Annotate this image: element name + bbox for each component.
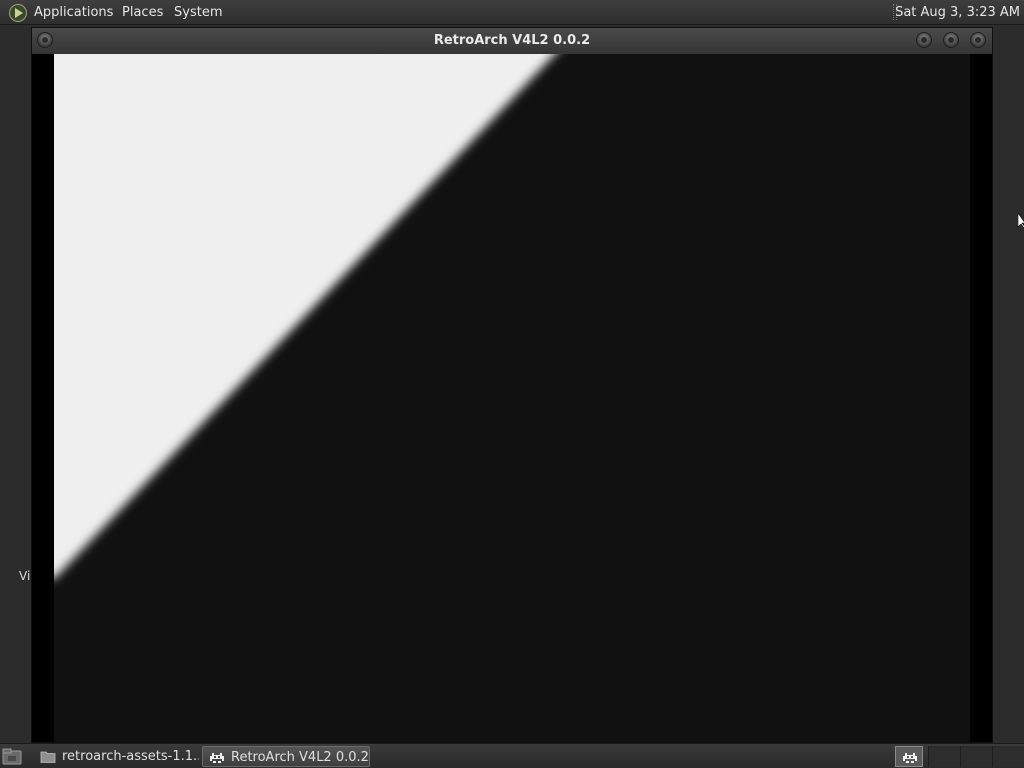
close-button[interactable]: [970, 32, 986, 48]
top-panel: Applications Places System Sat Aug 3, 3:…: [0, 0, 1024, 25]
minimize-button[interactable]: [916, 32, 932, 48]
bottom-panel: retroarch-assets-1.1... RetroArch V4L2 0…: [0, 743, 1024, 768]
workspace-3[interactable]: [992, 746, 1024, 767]
retroarch-window: RetroArch V4L2 0.0.2: [31, 27, 993, 743]
folder-icon: [40, 751, 56, 763]
show-desktop-icon[interactable]: [2, 747, 22, 765]
tray-retroarch-icon[interactable]: [895, 746, 923, 767]
mouse-cursor-icon: [1018, 213, 1024, 229]
taskbar-item-label: RetroArch V4L2 0.0.2: [231, 750, 369, 765]
applications-menu[interactable]: Applications: [34, 4, 113, 22]
workspace-2[interactable]: [960, 746, 992, 767]
places-menu[interactable]: Places: [122, 4, 163, 22]
window-content[interactable]: [32, 54, 992, 742]
taskbar-item-file-manager[interactable]: retroarch-assets-1.1...: [34, 746, 199, 767]
retroarch-invader-icon: [903, 753, 917, 763]
clock[interactable]: Sat Aug 3, 3:23 AM: [895, 4, 1020, 22]
main-menu-logo-icon[interactable]: [8, 3, 28, 23]
window-titlebar[interactable]: RetroArch V4L2 0.0.2: [32, 28, 992, 54]
maximize-button[interactable]: [943, 32, 959, 48]
workspace-1[interactable]: [928, 746, 960, 767]
taskbar-item-retroarch[interactable]: RetroArch V4L2 0.0.2: [202, 746, 370, 767]
window-menu-button[interactable]: [37, 32, 53, 48]
desktop-icon-label[interactable]: Vi: [19, 569, 30, 583]
retroarch-invader-icon: [210, 753, 224, 763]
video-frame: [54, 54, 970, 742]
window-title: RetroArch V4L2 0.0.2: [433, 33, 591, 48]
taskbar-item-label: retroarch-assets-1.1...: [62, 749, 199, 764]
system-menu[interactable]: System: [174, 4, 222, 22]
